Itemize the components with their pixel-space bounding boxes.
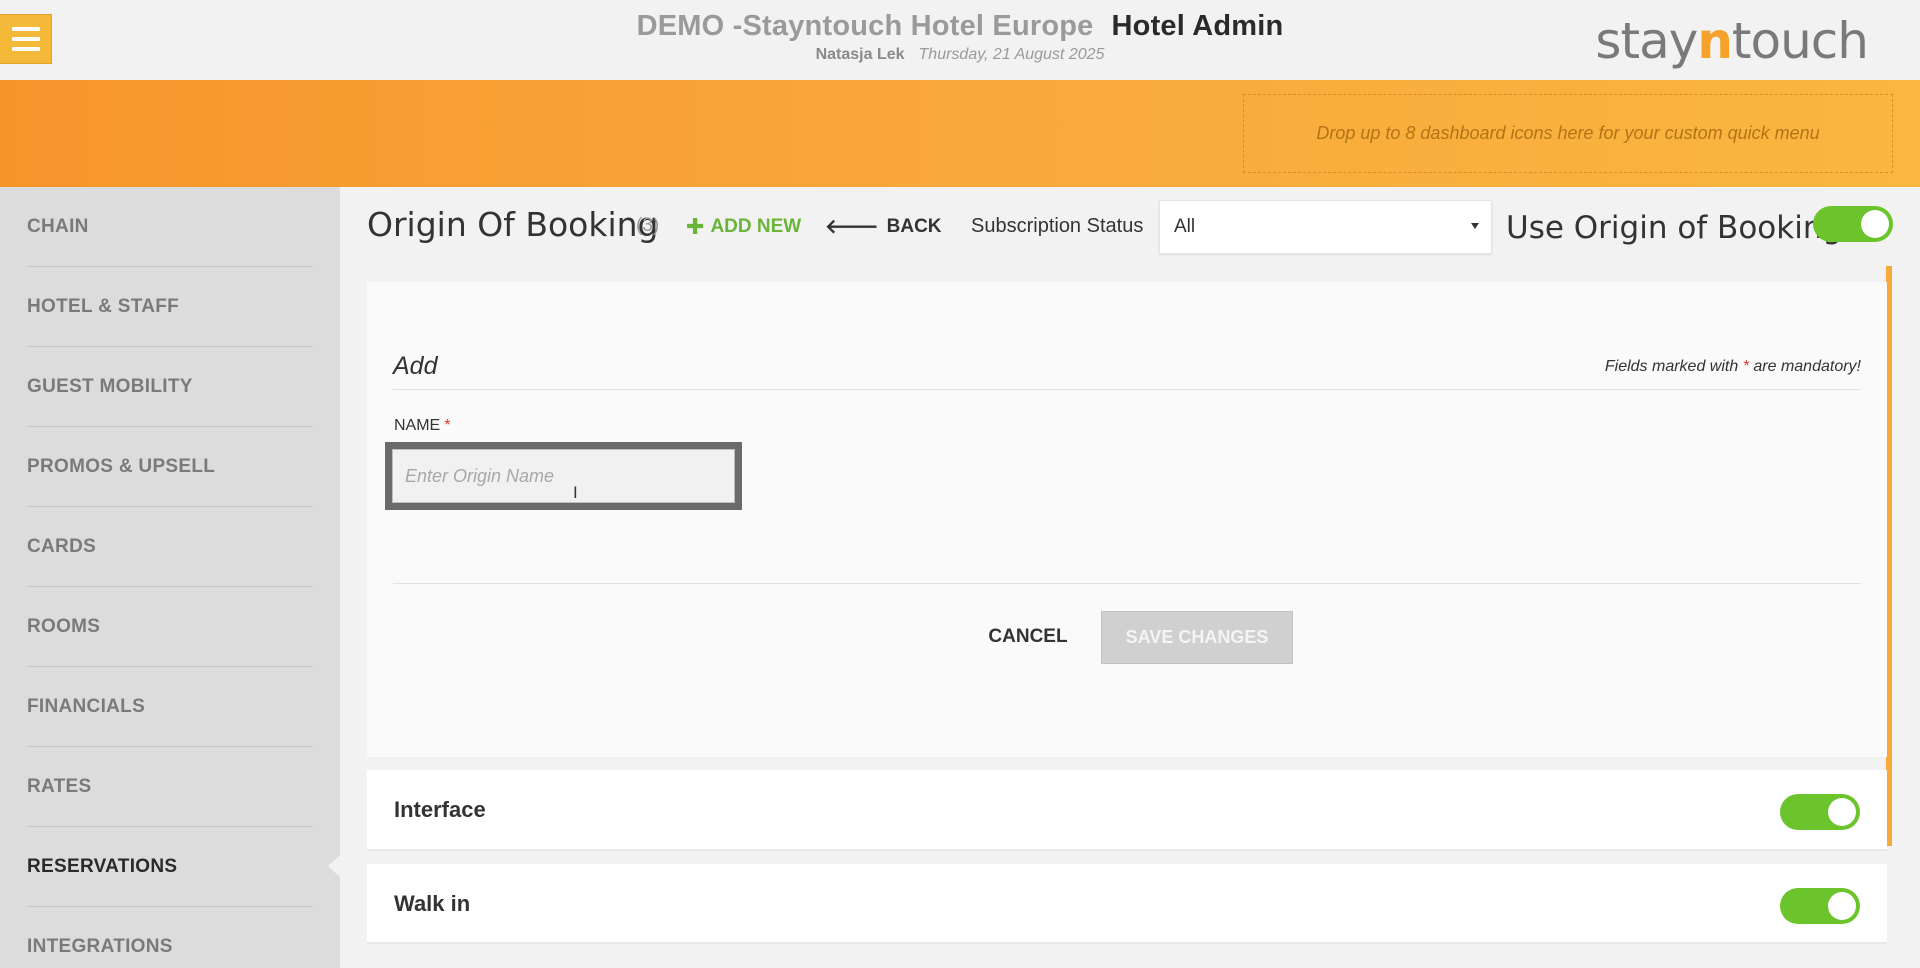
user-name: Natasja Lek [815, 46, 905, 63]
sidebar-item-hotel-staff[interactable]: HOTEL & STAFF [27, 267, 313, 347]
divider [393, 583, 1861, 584]
origin-name-input[interactable] [392, 449, 735, 503]
sidebar-item-label: FINANCIALS [27, 695, 146, 717]
add-new-label: ADD NEW [710, 216, 802, 237]
sidebar-item-reservations[interactable]: RESERVATIONS [27, 827, 313, 907]
sidebar-item-chain[interactable]: CHAIN [27, 187, 313, 267]
sidebar-item-integrations[interactable]: INTEGRATIONS [27, 907, 313, 968]
divider [393, 389, 1861, 390]
sidebar-item-cards[interactable]: CARDS [27, 507, 313, 587]
sidebar-item-rooms[interactable]: ROOMS [27, 587, 313, 667]
arrow-left-icon: 🡐 [825, 216, 879, 238]
required-asterisk: * [444, 417, 451, 434]
save-changes-button[interactable]: SAVE CHANGES [1101, 611, 1293, 664]
logo-text-touch: touch [1731, 12, 1869, 70]
subscription-status-select[interactable]: All [1159, 200, 1492, 254]
sidebar-item-label: RATES [27, 775, 92, 797]
logo-text-stay: stay [1595, 12, 1698, 70]
mandatory-note-text: are mandatory! [1748, 358, 1861, 375]
sidebar-item-label: CARDS [27, 535, 97, 557]
mandatory-note-text: Fields marked with [1604, 358, 1743, 375]
sidebar-item-label: PROMOS & UPSELL [27, 455, 216, 477]
current-date: Thursday, 21 August 2025 [918, 46, 1105, 63]
plus-icon: ✚ [686, 214, 705, 239]
cancel-button[interactable]: CANCEL [973, 611, 1083, 663]
origin-row-walk-in: Walk in [367, 864, 1887, 944]
origin-name: Interface [394, 797, 486, 822]
sidebar-item-label: HOTEL & STAFF [27, 295, 180, 317]
sidebar-item-label: ROOMS [27, 615, 101, 637]
name-label-text: NAME [394, 417, 441, 434]
sidebar-item-label: INTEGRATIONS [27, 936, 173, 957]
back-label: BACK [886, 216, 942, 237]
toggle-knob [1828, 892, 1856, 920]
mandatory-note: Fields marked with * are mandatory! [1605, 358, 1861, 376]
sidebar-item-label: RESERVATIONS [27, 855, 178, 877]
sidebar: CHAIN HOTEL & STAFF GUEST MOBILITY PROMO… [0, 187, 340, 968]
sidebar-item-promos-upsell[interactable]: PROMOS & UPSELL [27, 427, 313, 507]
toggle-knob [1828, 798, 1856, 826]
text-cursor-icon: I [573, 483, 578, 502]
name-input-focus-frame [385, 442, 742, 510]
quick-menu-dropzone[interactable]: Drop up to 8 dashboard icons here for yo… [1243, 94, 1893, 173]
sidebar-item-label: CHAIN [27, 215, 89, 237]
form-heading: Add [393, 352, 438, 380]
origin-count: (3) [636, 215, 660, 236]
top-header: DEMO -Stayntouch Hotel Europe Hotel Admin… [0, 0, 1920, 80]
quick-menu-band: Drop up to 8 dashboard icons here for yo… [0, 80, 1920, 187]
name-field-label: NAME * [394, 417, 450, 435]
toggle-knob [1861, 210, 1889, 238]
sidebar-item-guest-mobility[interactable]: GUEST MOBILITY [27, 347, 313, 427]
back-button[interactable]: 🡐 BACK [825, 216, 942, 238]
add-origin-form: Add Fields marked with * are mandatory! … [367, 282, 1887, 757]
logo-text-n: n [1697, 12, 1733, 70]
page-title: Origin Of Booking [367, 205, 659, 244]
stayntouch-logo: stayntouch [1595, 12, 1869, 70]
origin-row-interface: Interface [367, 770, 1887, 851]
subscription-status-value: All [1174, 216, 1196, 237]
origin-toggle-walk-in[interactable] [1780, 888, 1860, 924]
sidebar-item-financials[interactable]: FINANCIALS [27, 667, 313, 747]
origin-toggle-interface[interactable] [1780, 794, 1860, 830]
origin-name: Walk in [394, 891, 471, 916]
hotel-name: DEMO -Stayntouch Hotel Europe [636, 10, 1094, 42]
sidebar-item-rates[interactable]: RATES [27, 747, 313, 827]
caret-down-icon [1471, 223, 1479, 229]
sidebar-item-label: GUEST MOBILITY [27, 375, 193, 397]
subscription-status-label: Subscription Status [971, 215, 1144, 237]
use-origin-label: Use Origin of Booking [1506, 210, 1843, 246]
app-name: Hotel Admin [1111, 10, 1284, 42]
add-new-button[interactable]: ✚ ADD NEW [686, 216, 801, 238]
active-item-indicator [328, 855, 340, 877]
use-origin-toggle[interactable] [1813, 206, 1893, 242]
